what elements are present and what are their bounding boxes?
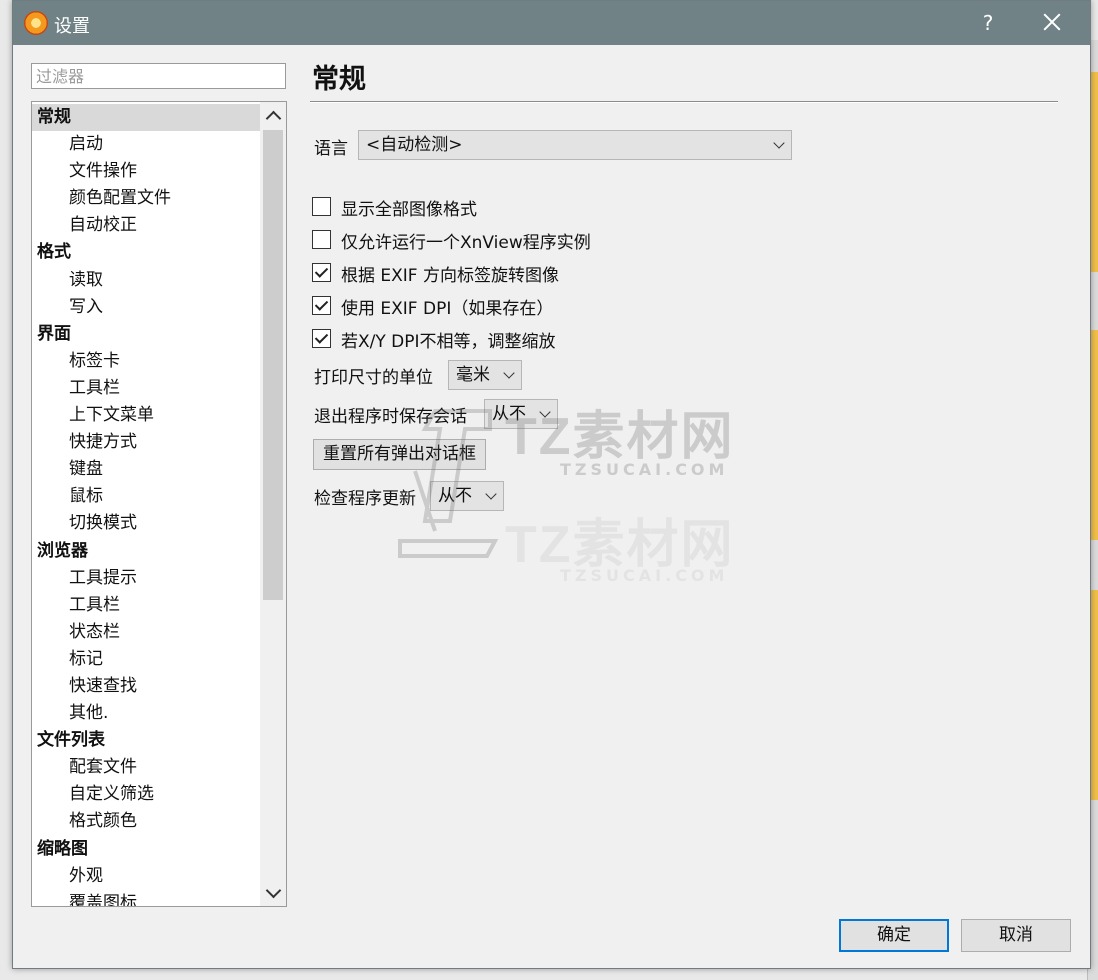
chevron-down-icon <box>503 367 515 379</box>
save-session-label: 退出程序时保存会话 <box>314 407 467 427</box>
tree-sub-item[interactable]: 快速查找 <box>32 673 260 700</box>
tree-sub-item[interactable]: 快捷方式 <box>32 429 260 456</box>
title-bar[interactable]: 设置 ? <box>13 1 1090 45</box>
tree-sub-item[interactable]: 状态栏 <box>32 619 260 646</box>
tree-category-item[interactable]: 缩略图 <box>32 836 260 863</box>
tree-sub-item[interactable]: 工具栏 <box>32 592 260 619</box>
xy-dpi-label: 若X/Y DPI不相等，调整缩放 <box>341 332 556 352</box>
tree-sub-item[interactable]: 上下文菜单 <box>32 402 260 429</box>
exif-dpi-checkbox[interactable] <box>312 296 331 315</box>
tree-category-item[interactable]: 常规 <box>32 104 260 132</box>
tree-sub-item[interactable]: 其他. <box>32 700 260 727</box>
category-list: 常规 启动 文件操作 颜色配置文件 自动校正 格式 读取 写入 界面 标签卡 工具栏 上下文菜单 快捷方… <box>32 104 260 906</box>
scroll-down-button[interactable] <box>260 880 286 906</box>
tree-sub-item[interactable]: 工具栏 <box>32 375 260 402</box>
exif-rotate-checkbox[interactable] <box>312 263 331 282</box>
chevron-down-icon <box>773 137 785 149</box>
xnview-app-icon <box>24 11 48 35</box>
language-select-value: <自动检测> <box>366 135 463 155</box>
tree-sub-item[interactable]: 文件操作 <box>32 158 260 185</box>
tree-sub-item[interactable]: 切换模式 <box>32 510 260 537</box>
show-all-formats-checkbox[interactable] <box>312 197 331 216</box>
window-title: 设置 <box>54 16 90 37</box>
tree-sub-item[interactable]: 读取 <box>32 267 260 294</box>
tree-sub-item[interactable]: 配套文件 <box>32 754 260 781</box>
watermark-url: TZSUCAI.COM <box>560 460 729 479</box>
filter-input[interactable] <box>31 63 286 89</box>
tree-sub-item[interactable]: 标记 <box>32 646 260 673</box>
watermark-brand-echo: TZ素材网 <box>505 516 735 574</box>
print-unit-label: 打印尺寸的单位 <box>314 368 433 388</box>
tree-sub-item[interactable]: 自动校正 <box>32 212 260 239</box>
ok-button[interactable]: 确定 <box>839 919 949 952</box>
tree-category-item[interactable]: 浏览器 <box>32 538 260 565</box>
check-updates-label: 检查程序更新 <box>314 489 416 509</box>
background-accent-strip <box>1090 330 1098 540</box>
save-session-select-value: 从不 <box>492 404 526 424</box>
tree-category-item[interactable]: 格式 <box>32 239 260 266</box>
title-divider <box>310 101 1058 103</box>
tree-sub-item[interactable]: 启动 <box>32 131 260 158</box>
check-updates-select-value: 从不 <box>438 486 472 506</box>
background-accent-strip <box>1090 72 1098 272</box>
tree-sub-item[interactable]: 颜色配置文件 <box>32 185 260 212</box>
scroll-thumb[interactable] <box>263 130 283 600</box>
tree-sub-item[interactable]: 外观 <box>32 863 260 890</box>
tree-sub-item[interactable]: 标签卡 <box>32 348 260 375</box>
tree-sub-item[interactable]: 工具提示 <box>32 565 260 592</box>
check-updates-select[interactable]: 从不 <box>430 481 504 511</box>
tree-sub-item[interactable]: 写入 <box>32 294 260 321</box>
language-select[interactable]: <自动检测> <box>358 130 792 160</box>
exif-dpi-label: 使用 EXIF DPI（如果存在） <box>341 299 554 319</box>
reset-dialogs-button[interactable]: 重置所有弹出对话框 <box>313 439 486 470</box>
single-instance-checkbox[interactable] <box>312 230 331 249</box>
show-all-formats-label: 显示全部图像格式 <box>341 200 477 220</box>
settings-dialog: 设置 ? 常规启动文件操作颜色配置文件自动校正格式读取写入界面标签卡工具栏上下文… <box>12 0 1091 969</box>
page-title: 常规 <box>312 64 366 95</box>
tree-sub-item[interactable]: 格式颜色 <box>32 808 260 835</box>
print-unit-select[interactable]: 毫米 <box>448 360 522 390</box>
xy-dpi-checkbox[interactable] <box>312 329 331 348</box>
chevron-down-icon <box>485 488 497 500</box>
settings-category-tree[interactable]: 常规 启动 文件操作 颜色配置文件 自动校正 格式 读取 写入 界面 标签卡 工具栏 上下文菜单 快捷方… <box>31 101 287 907</box>
help-button[interactable]: ? <box>976 11 1000 35</box>
cancel-button[interactable]: 取消 <box>961 919 1071 952</box>
tree-scrollbar[interactable] <box>260 102 286 906</box>
scroll-up-button[interactable] <box>260 102 286 128</box>
save-session-select[interactable]: 从不 <box>484 399 558 429</box>
chevron-down-icon <box>539 406 551 418</box>
language-label: 语言 <box>314 139 348 159</box>
exif-rotate-label: 根据 EXIF 方向标签旋转图像 <box>341 266 559 286</box>
tree-category-item[interactable]: 界面 <box>32 321 260 348</box>
single-instance-label: 仅允许运行一个XnView程序实例 <box>341 233 591 253</box>
chevron-up-icon <box>265 110 282 127</box>
chevron-down-icon <box>265 882 282 899</box>
print-unit-select-value: 毫米 <box>456 365 490 385</box>
tree-sub-item[interactable]: 键盘 <box>32 456 260 483</box>
tree-sub-item[interactable]: 鼠标 <box>32 483 260 510</box>
tree-sub-item[interactable]: 自定义筛选 <box>32 781 260 808</box>
background-accent-strip <box>1090 590 1098 800</box>
watermark-url-echo: TZSUCAI.COM <box>560 566 729 585</box>
tree-sub-item[interactable]: 覆盖图标 <box>32 890 260 906</box>
close-icon[interactable] <box>1040 10 1064 34</box>
tree-category-item[interactable]: 文件列表 <box>32 727 260 754</box>
